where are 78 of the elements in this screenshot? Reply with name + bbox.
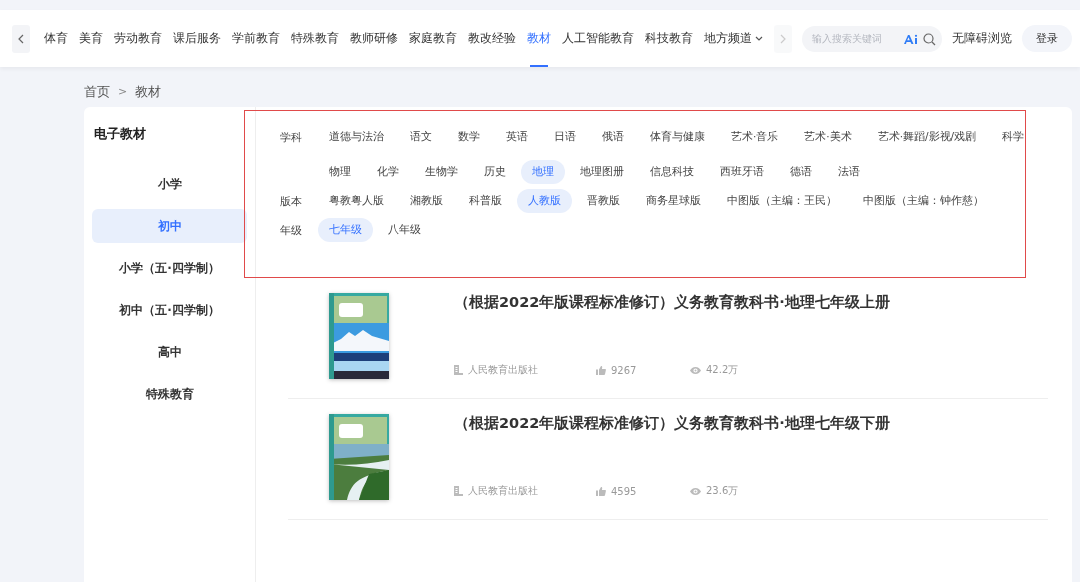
eye-icon xyxy=(690,366,701,374)
filter-option[interactable]: 八年级 xyxy=(377,218,432,242)
filter-option[interactable]: 语文 xyxy=(399,125,443,149)
filter-option[interactable]: 商务星球版 xyxy=(635,189,712,213)
filter-option[interactable]: 体育与健康 xyxy=(639,125,716,149)
nav-tab[interactable]: 地方频道 xyxy=(698,10,768,67)
search-icon[interactable] xyxy=(923,32,936,46)
filter-option[interactable]: 化学 xyxy=(366,160,410,184)
sidebar-item[interactable]: 特殊教育 xyxy=(92,377,247,411)
sidebar-item[interactable]: 小学（五·四学制） xyxy=(92,251,247,285)
filter-label: 年级 xyxy=(280,223,303,238)
filter-option[interactable]: 中图版（主编：王民） xyxy=(716,189,848,213)
filter-option[interactable]: 湘教版 xyxy=(399,189,454,213)
filter-option[interactable]: 日语 xyxy=(543,125,587,149)
filter-option[interactable]: 俄语 xyxy=(591,125,635,149)
nav-tab[interactable]: 教师研修 xyxy=(344,10,403,67)
nav-tab[interactable]: 教材 xyxy=(521,10,556,67)
view-count: 42.2万 xyxy=(706,363,739,377)
chevron-left-icon xyxy=(18,33,24,44)
filter-option[interactable]: 生物学 xyxy=(414,160,469,184)
thumbs-up-icon xyxy=(596,486,606,496)
chevron-right-icon xyxy=(780,33,786,44)
nav-tab[interactable]: 家庭教育 xyxy=(403,10,462,67)
filter-option[interactable]: 人教版 xyxy=(517,189,572,213)
filter-option[interactable]: 法语 xyxy=(827,160,871,184)
breadcrumb-link[interactable]: 首页 xyxy=(84,82,110,101)
nav-tab[interactable]: 科技教育 xyxy=(639,10,698,67)
publisher-name: 人民教育出版社 xyxy=(468,484,538,498)
view-count: 23.6万 xyxy=(706,484,739,498)
filter-option[interactable]: 七年级 xyxy=(318,218,373,242)
nav-tab[interactable]: 课后服务 xyxy=(167,10,226,67)
filter-option[interactable]: 数学 xyxy=(447,125,491,149)
like-count: 9267 xyxy=(611,364,637,376)
filter-option[interactable]: 德语 xyxy=(779,160,823,184)
nav-tab[interactable]: 人工智能教育 xyxy=(556,10,639,67)
filter-option[interactable]: 科普版 xyxy=(458,189,513,213)
filter-option[interactable]: 地理 xyxy=(521,160,565,184)
filter-option[interactable]: 物理 xyxy=(318,160,362,184)
breadcrumb-link[interactable]: 教材 xyxy=(135,82,162,101)
publisher-icon xyxy=(454,365,463,375)
sidebar-item[interactable]: 小学 xyxy=(92,167,247,201)
filter-option[interactable]: 历史 xyxy=(473,160,517,184)
eye-icon xyxy=(690,487,701,495)
filter-option[interactable]: 艺术·美术 xyxy=(793,125,863,149)
nav-tab[interactable]: 美育 xyxy=(73,10,108,67)
nav-tab[interactable]: 教改经验 xyxy=(462,10,521,67)
nav-tab[interactable]: 学前教育 xyxy=(226,10,285,67)
filter-option[interactable]: 艺术·舞蹈/影视/戏剧 xyxy=(866,125,988,149)
publisher-icon xyxy=(454,486,463,496)
breadcrumb-separator: > xyxy=(118,85,128,98)
thumbs-up-icon xyxy=(596,365,606,375)
caret-icon xyxy=(754,36,763,41)
sidebar-item[interactable]: 初中 xyxy=(92,209,247,243)
ai-icon xyxy=(903,33,919,45)
login-button[interactable]: 登录 xyxy=(1022,25,1072,52)
filter-option[interactable]: 晋教版 xyxy=(576,189,631,213)
nav-tab[interactable]: 劳动教育 xyxy=(108,10,167,67)
filter-label: 版本 xyxy=(280,194,303,209)
filter-label: 学科 xyxy=(280,130,303,145)
nav-tab[interactable]: 体育 xyxy=(38,10,73,67)
book-title[interactable]: （根据2022年版课程标准修订）义务教育教科书·地理七年级上册 xyxy=(454,293,1048,312)
filter-option[interactable]: 地理图册 xyxy=(569,160,635,184)
publisher-name: 人民教育出版社 xyxy=(468,363,538,377)
nav-tab[interactable]: 特殊教育 xyxy=(285,10,344,67)
filter-option[interactable]: 英语 xyxy=(495,125,539,149)
filter-option[interactable]: 粤教粤人版 xyxy=(318,189,395,213)
book-title[interactable]: （根据2022年版课程标准修订）义务教育教科书·地理七年级下册 xyxy=(454,414,1048,433)
sidebar-title: 电子教材 xyxy=(94,125,147,143)
filter-option[interactable]: 科学 xyxy=(991,125,1036,149)
sidebar-item[interactable]: 初中（五·四学制） xyxy=(92,293,247,327)
filter-option[interactable]: 信息科技 xyxy=(639,160,705,184)
sidebar-item[interactable]: 高中 xyxy=(92,335,247,369)
filter-option[interactable]: 中图版（主编：钟作慈） xyxy=(852,189,995,213)
filter-option[interactable]: 西班牙语 xyxy=(709,160,775,184)
accessibility-link[interactable]: 无障碍浏览 xyxy=(952,30,1012,47)
like-count: 4595 xyxy=(611,485,637,497)
filter-option[interactable]: 艺术·音乐 xyxy=(720,125,790,149)
filter-option[interactable]: 道德与法治 xyxy=(318,125,395,149)
